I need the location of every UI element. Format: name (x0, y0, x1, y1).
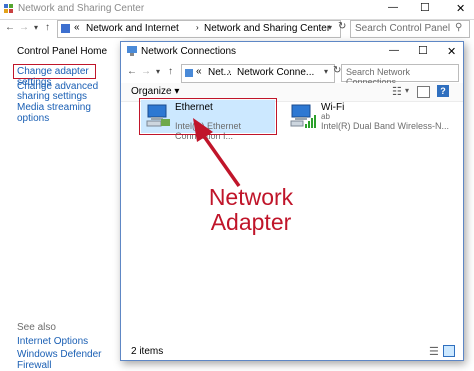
wifi-adapter-status: ab (321, 112, 330, 121)
dialog-breadcrumb-network-connections[interactable]: Network Conne... (237, 67, 314, 78)
dialog-title: Network Connections (141, 46, 237, 57)
annotation-arrow (193, 118, 241, 188)
up-arrow-icon[interactable]: ↑ (45, 21, 50, 35)
refresh-icon[interactable]: ↻ (338, 20, 346, 34)
large-icons-view-icon[interactable] (443, 345, 455, 357)
see-also-label: See also (17, 322, 56, 333)
address-bar[interactable]: « Network and Internet › Network and Sha… (57, 20, 341, 38)
search-icon: ⚲ (455, 22, 463, 33)
main-nav-row: ← → ▾ ↑ « Network and Internet › Network… (0, 19, 474, 38)
details-view-icon[interactable]: ☰ (429, 345, 439, 358)
dialog-back-arrow-icon[interactable]: ← (127, 65, 137, 79)
dialog-maximize-button[interactable]: ☐ (418, 44, 428, 57)
address-dropdown-icon[interactable]: ▾ (328, 21, 332, 35)
forward-arrow-icon[interactable]: → (19, 21, 29, 35)
defender-firewall-link[interactable]: Windows Defender Firewall (17, 349, 118, 371)
dialog-recent-dropdown-icon[interactable]: ▾ (156, 65, 160, 79)
dialog-address-bar[interactable]: « Net... › Network Conne... (181, 64, 335, 83)
sidebar: Control Panel Home Change adapter settin… (0, 38, 118, 371)
annotation-line-2: Adapter (210, 209, 292, 235)
dialog-address-dropdown-icon[interactable]: ▾ (324, 65, 328, 79)
dialog-title-bar: Network Connections — ☐ ✕ (121, 42, 463, 62)
view-options-icon[interactable]: ☷ (392, 85, 402, 98)
dialog-minimize-button[interactable]: — (389, 45, 399, 56)
view-dropdown-icon[interactable]: ▾ (405, 86, 409, 95)
wifi-adapter-item[interactable]: Wi-Fi ab Intel(R) Dual Band Wireless-N..… (287, 100, 457, 133)
recent-dropdown-icon[interactable]: ▾ (34, 21, 38, 35)
help-button[interactable]: ? (437, 85, 449, 97)
dialog-breadcrumb-separator-icon: › (228, 67, 231, 76)
main-title-bar: Network and Sharing Center — ☐ ✕ (0, 0, 474, 20)
breadcrumb-separator-icon: › (196, 23, 199, 32)
maximize-button[interactable]: ☐ (420, 1, 430, 14)
preview-pane-icon[interactable] (417, 86, 430, 98)
control-panel-icon (61, 24, 70, 33)
dialog-close-button[interactable]: ✕ (447, 45, 456, 58)
item-count-status: 2 items (131, 346, 164, 357)
network-connections-icon (127, 46, 137, 56)
control-panel-icon (4, 4, 14, 14)
network-connections-window: Network Connections — ☐ ✕ ← → ▾ ↑ « Net.… (120, 41, 464, 361)
control-panel-search[interactable]: Search Control Panel ⚲ (350, 20, 470, 38)
search-placeholder: Search Control Panel (355, 23, 451, 34)
breadcrumb-sharing-center[interactable]: Network and Sharing Center (204, 23, 330, 34)
back-arrow-icon[interactable]: ← (5, 21, 15, 35)
organize-menu-button[interactable]: Organize ▾ (131, 86, 179, 97)
wifi-adapter-description: Intel(R) Dual Band Wireless-N... (321, 121, 450, 131)
address-prefix[interactable]: « (74, 22, 80, 33)
breadcrumb-network-internet[interactable]: Network and Internet (86, 23, 179, 34)
dialog-address-icon (185, 69, 193, 77)
wifi-adapter-icon (289, 102, 317, 130)
dialog-up-arrow-icon[interactable]: ↑ (168, 65, 173, 79)
minimize-button[interactable]: — (388, 2, 398, 13)
dialog-forward-arrow-icon[interactable]: → (141, 65, 151, 79)
network-connections-search[interactable]: Search Network Connections (341, 64, 459, 87)
control-panel-home-link[interactable]: Control Panel Home (17, 46, 107, 57)
media-streaming-link[interactable]: Media streaming options (17, 102, 118, 124)
change-advanced-sharing-link[interactable]: Change advanced sharing settings (17, 82, 107, 102)
annotation-line-1: Network (208, 184, 294, 210)
close-button[interactable]: ✕ (456, 2, 465, 15)
main-window-title: Network and Sharing Center (18, 3, 145, 14)
internet-options-link[interactable]: Internet Options (17, 336, 88, 347)
annotation-label: Network Adapter (201, 185, 301, 235)
dialog-address-prefix[interactable]: « (196, 66, 202, 77)
